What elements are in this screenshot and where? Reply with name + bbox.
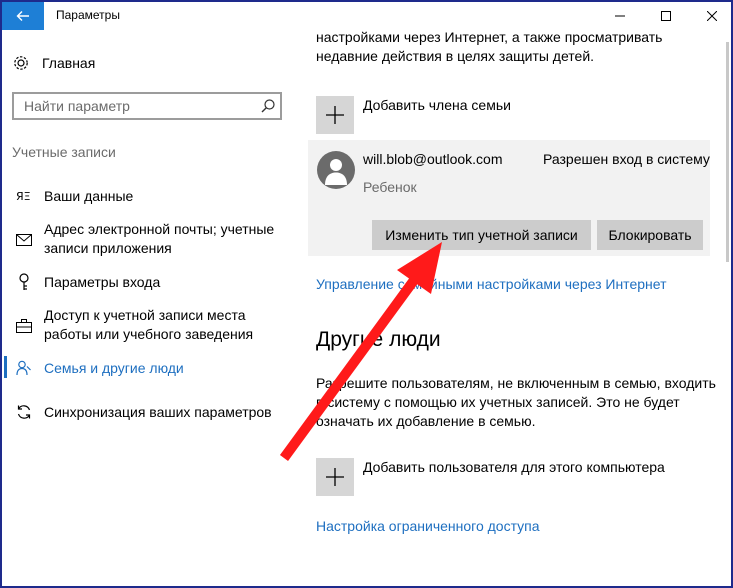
other-people-heading: Другие люди bbox=[316, 328, 441, 351]
avatar bbox=[317, 151, 355, 189]
sidebar-home-label: Главная bbox=[42, 55, 96, 71]
sidebar-item-email-accounts[interactable]: Адрес электронной почты; учетные записи … bbox=[2, 220, 300, 260]
search-input[interactable] bbox=[14, 94, 260, 118]
user-silhouette-icon bbox=[325, 159, 347, 185]
window-title: Параметры bbox=[56, 8, 120, 22]
sync-icon bbox=[14, 402, 34, 422]
manage-family-link[interactable]: Управление семейными настройками через И… bbox=[316, 276, 666, 292]
add-user-tile[interactable] bbox=[316, 458, 354, 496]
member-email: will.blob@outlook.com bbox=[363, 151, 503, 167]
plus-icon bbox=[326, 468, 344, 486]
close-button[interactable] bbox=[689, 2, 731, 30]
settings-window: Параметры Главная Учетные записи bbox=[2, 2, 731, 586]
key-icon bbox=[14, 272, 34, 292]
people-icon bbox=[14, 358, 34, 378]
sidebar-item-sign-in-options[interactable]: Параметры входа bbox=[2, 272, 300, 294]
person-card-icon: ЯΞ bbox=[14, 186, 34, 206]
intro-text: настройками через Интернет, а также прос… bbox=[316, 29, 663, 64]
back-button[interactable] bbox=[2, 2, 44, 30]
other-people-text: Разрешите пользователям, не включенным в… bbox=[316, 375, 716, 429]
block-button[interactable]: Блокировать bbox=[597, 220, 703, 250]
restricted-access-link[interactable]: Настройка ограниченного доступа bbox=[316, 518, 540, 534]
sidebar-item-home[interactable]: Главная bbox=[12, 52, 95, 74]
briefcase-icon bbox=[14, 316, 34, 336]
search-icon[interactable] bbox=[260, 98, 276, 114]
sidebar-item-your-info[interactable]: ЯΞ Ваши данные bbox=[2, 186, 300, 208]
change-account-type-button[interactable]: Изменить тип учетной записи bbox=[372, 220, 591, 250]
member-status: Разрешен вход в систему bbox=[543, 151, 710, 167]
gear-icon bbox=[14, 56, 28, 70]
sidebar-item-sync[interactable]: Синхронизация ваших параметров bbox=[2, 402, 300, 424]
minimize-icon bbox=[615, 15, 625, 17]
search-box bbox=[12, 92, 282, 120]
maximize-button[interactable] bbox=[643, 2, 689, 30]
member-role: Ребенок bbox=[363, 179, 417, 195]
sidebar-item-work-access[interactable]: Доступ к учетной записи места работы или… bbox=[2, 306, 300, 346]
add-family-tile[interactable] bbox=[316, 96, 354, 134]
add-user-label[interactable]: Добавить пользователя для этого компьюте… bbox=[363, 458, 665, 477]
close-icon bbox=[707, 11, 717, 21]
family-member-card[interactable]: will.blob@outlook.com Разрешен вход в си… bbox=[308, 140, 710, 256]
plus-icon bbox=[326, 106, 344, 124]
mail-icon bbox=[14, 230, 34, 250]
sidebar-item-family[interactable]: Семья и другие люди bbox=[2, 358, 300, 380]
maximize-icon bbox=[661, 11, 671, 21]
svg-text:ЯΞ: ЯΞ bbox=[16, 190, 31, 203]
sidebar: Главная Учетные записи ЯΞ Ваши данные Ад… bbox=[2, 30, 300, 586]
back-arrow-icon bbox=[16, 11, 29, 21]
title-bar: Параметры bbox=[2, 2, 731, 30]
add-family-label[interactable]: Добавить члена семьи bbox=[363, 96, 511, 115]
section-title: Учетные записи bbox=[12, 144, 116, 160]
minimize-button[interactable] bbox=[597, 2, 643, 30]
main-content: настройками через Интернет, а также прос… bbox=[300, 29, 731, 586]
scrollbar-thumb[interactable] bbox=[726, 42, 729, 262]
